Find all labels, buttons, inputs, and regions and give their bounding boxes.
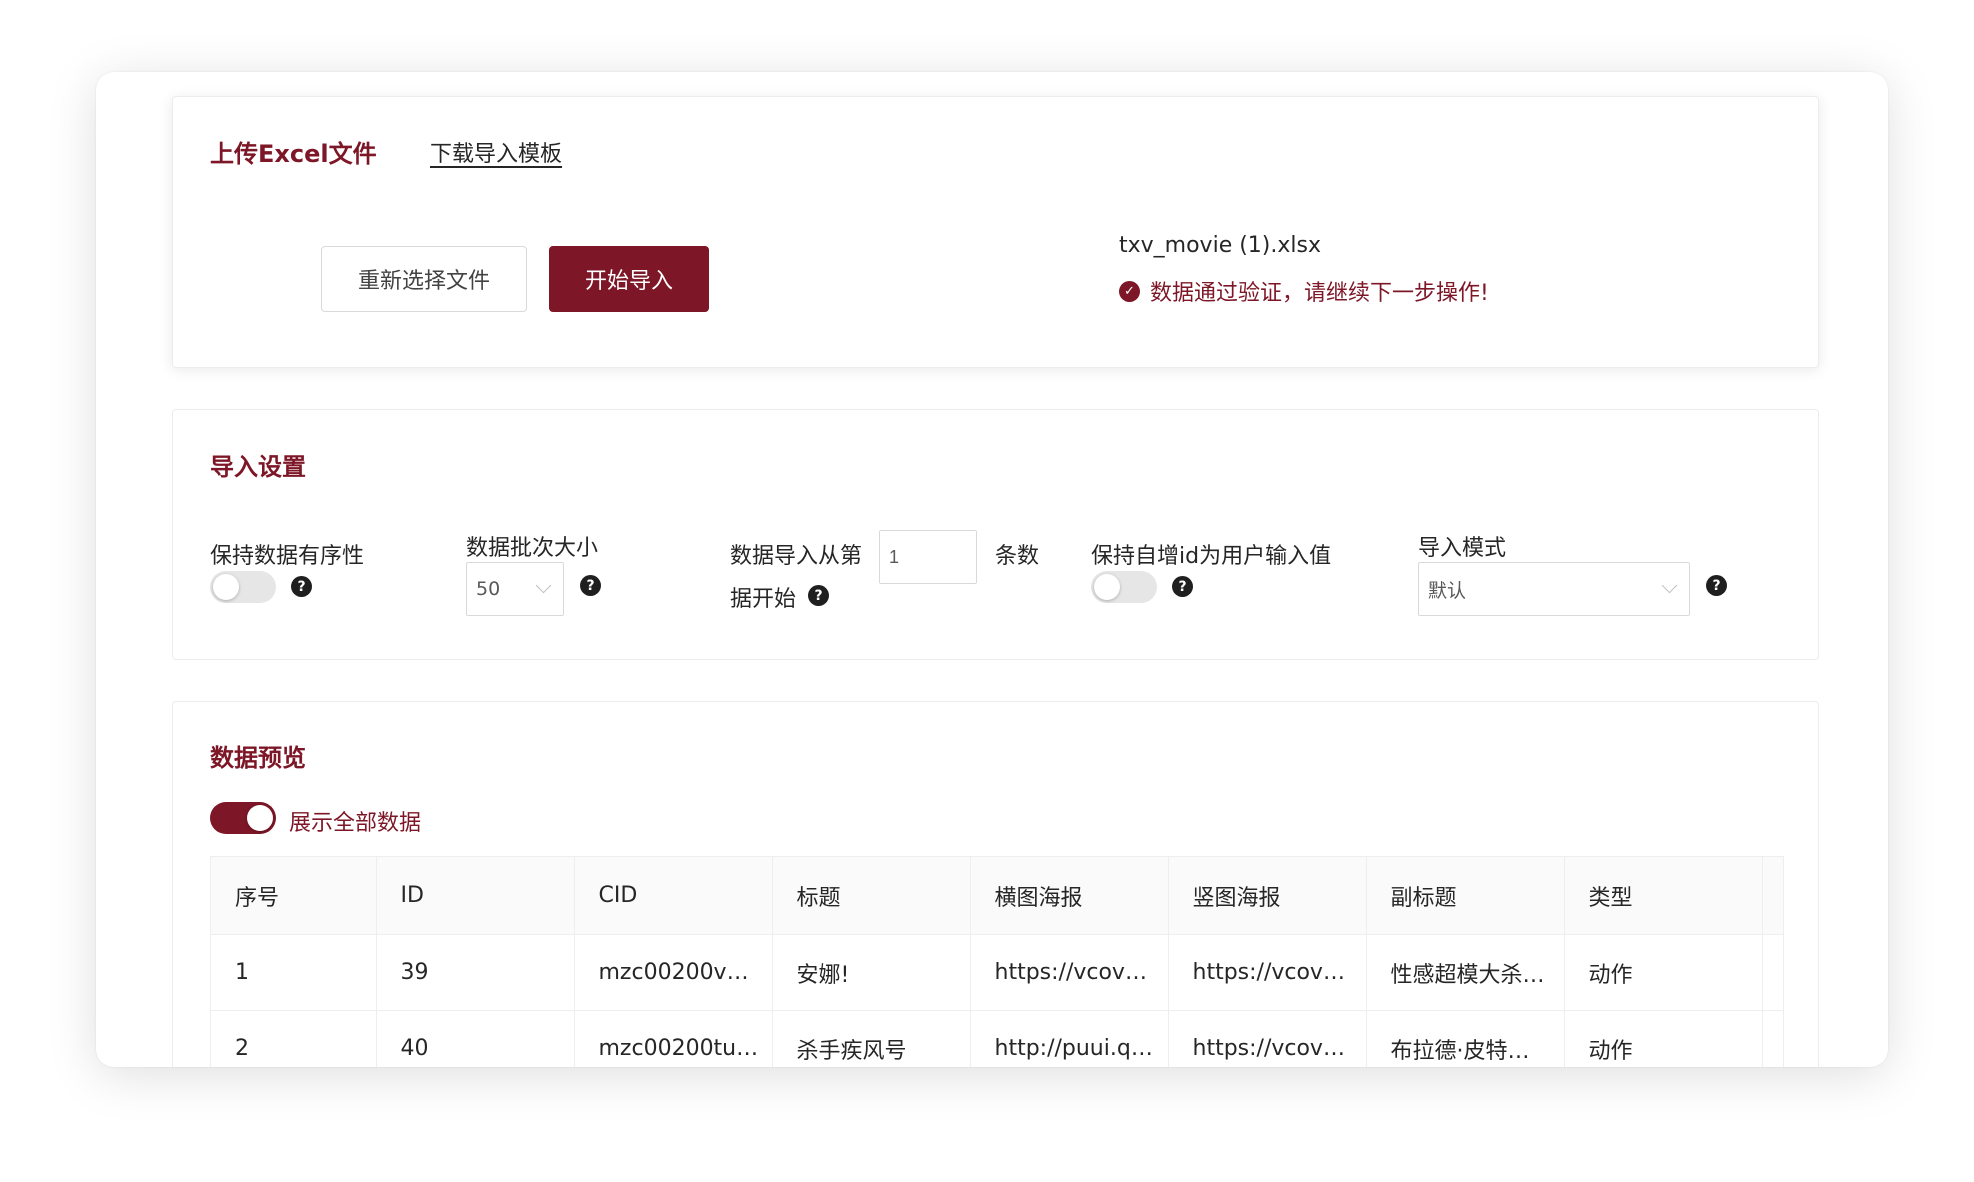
table-cell: mzc00200tu… [574, 1010, 773, 1067]
switch-knob [213, 574, 239, 600]
switch-knob [1094, 574, 1120, 600]
keep-order-label: 保持数据有序性 [210, 544, 365, 569]
import-mode-help-icon[interactable]: ? [1706, 575, 1727, 596]
start-row-help-icon[interactable]: ? [808, 585, 829, 606]
table-cell: https://vcov… [1168, 934, 1367, 1011]
keep-id-switch[interactable] [1091, 571, 1157, 603]
table-cell: 杀手疾风号 [772, 1010, 971, 1067]
download-template-link[interactable]: 下载导入模板 [430, 136, 562, 168]
table-cell: 39 [376, 934, 575, 1011]
column-header[interactable]: ID [376, 856, 575, 935]
import-mode-value: 默认 [1428, 579, 1467, 602]
batch-size-label: 数据批次大小 [466, 536, 599, 561]
data-preview-card: 数据预览 展示全部数据 序号 ID CID 标题 横图海报 竖图海报 副标题 类… [172, 701, 1819, 1067]
table-header-row: 序号 ID CID 标题 横图海报 竖图海报 副标题 类型 [211, 856, 1783, 935]
column-header[interactable]: 横图海报 [970, 856, 1169, 935]
table-row[interactable]: 2 40 mzc00200tu… 杀手疾风号 http://puui.q… ht… [211, 1010, 1783, 1067]
check-circle-icon: ✓ [1119, 280, 1140, 302]
reselect-file-button[interactable]: 重新选择文件 [321, 246, 527, 312]
table-cell: 性感超模大杀… [1366, 934, 1565, 1011]
keep-order-help-icon[interactable]: ? [291, 576, 312, 597]
keep-id-help-icon[interactable]: ? [1172, 576, 1193, 597]
show-all-data-switch[interactable] [210, 802, 276, 834]
batch-size-help-icon[interactable]: ? [580, 575, 601, 596]
chevron-down-icon [535, 577, 552, 594]
upload-section-title: 上传Excel文件 [210, 140, 377, 168]
import-mode-label: 导入模式 [1418, 536, 1507, 561]
chevron-down-icon [1661, 577, 1678, 594]
selected-file-name: txv_movie (1).xlsx [1119, 233, 1321, 258]
batch-size-select[interactable]: 50 [466, 562, 564, 616]
table-cell: 安娜! [772, 934, 971, 1011]
table-cell: 40 [376, 1010, 575, 1067]
column-header[interactable]: 竖图海报 [1168, 856, 1367, 935]
show-all-data-label: 展示全部数据 [289, 811, 422, 836]
column-header[interactable]: 序号 [211, 856, 377, 935]
table-cell [1762, 934, 1783, 1011]
switch-knob [247, 805, 273, 831]
table-cell: 2 [211, 1010, 377, 1067]
table-cell: mzc00200vy… [574, 934, 773, 1011]
table-cell: https://vcov… [970, 934, 1169, 1011]
upload-card: 上传Excel文件 下载导入模板 重新选择文件 开始导入 txv_movie (… [172, 96, 1819, 368]
preview-table: 序号 ID CID 标题 横图海报 竖图海报 副标题 类型 1 39 mzc00… [211, 856, 1783, 1067]
column-header[interactable]: 类型 [1564, 856, 1763, 935]
column-header [1762, 856, 1783, 935]
batch-size-value: 50 [476, 578, 501, 600]
column-header[interactable]: 标题 [772, 856, 971, 935]
preview-table-wrapper[interactable]: 序号 ID CID 标题 横图海报 竖图海报 副标题 类型 1 39 mzc00… [210, 856, 1784, 1067]
table-cell: http://puui.q… [970, 1010, 1169, 1067]
start-import-button[interactable]: 开始导入 [549, 246, 709, 312]
table-row[interactable]: 1 39 mzc00200vy… 安娜! https://vcov… https… [211, 934, 1783, 1011]
table-cell: 动作 [1564, 1010, 1763, 1067]
start-row-prefix-label: 数据导入从第 [730, 544, 863, 569]
start-row-suffix-label: 条数 [995, 544, 1040, 569]
table-cell: 1 [211, 934, 377, 1011]
keep-order-switch[interactable] [210, 571, 276, 603]
import-mode-select[interactable]: 默认 [1418, 562, 1690, 616]
app-window: 上传Excel文件 下载导入模板 重新选择文件 开始导入 txv_movie (… [96, 72, 1888, 1067]
success-text: 数据通过验证，请继续下一步操作! [1150, 281, 1489, 306]
start-row-input[interactable] [879, 530, 977, 584]
settings-section-title: 导入设置 [210, 453, 306, 481]
start-row-suffix2-label: 据开始 [730, 587, 797, 612]
table-cell: 动作 [1564, 934, 1763, 1011]
table-cell [1762, 1010, 1783, 1067]
keep-id-label: 保持自增id为用户输入值 [1091, 544, 1332, 569]
table-cell: 布拉德·皮特… [1366, 1010, 1565, 1067]
import-settings-card: 导入设置 保持数据有序性 ? 数据批次大小 50 ? 数据导入从第 条数 据开始… [172, 409, 1819, 660]
preview-section-title: 数据预览 [210, 744, 306, 772]
validation-success-message: ✓ 数据通过验证，请继续下一步操作! [1119, 275, 1489, 307]
column-header[interactable]: 副标题 [1366, 856, 1565, 935]
table-cell: https://vcov… [1168, 1010, 1367, 1067]
column-header[interactable]: CID [574, 856, 773, 935]
